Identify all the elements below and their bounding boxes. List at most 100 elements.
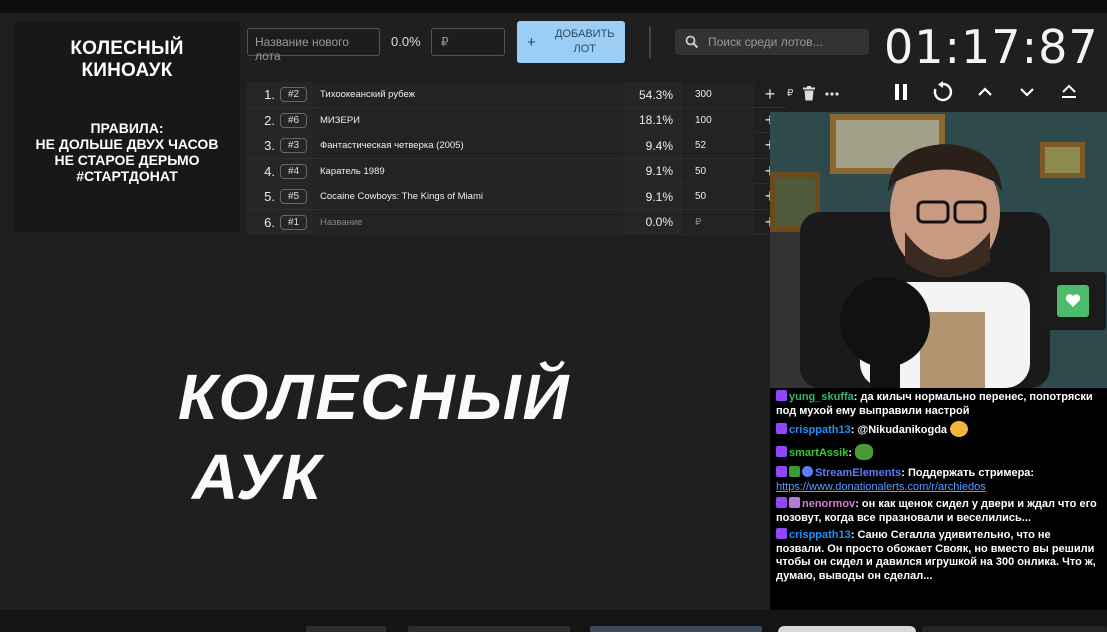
bottom-control[interactable] (922, 626, 1107, 632)
lot-amount[interactable]: 52 (686, 133, 754, 158)
currency-toggle[interactable]: ₽ (787, 88, 793, 99)
lot-id-cell: #5 (275, 184, 312, 209)
bottom-control[interactable] (306, 626, 386, 632)
moderator-sword-icon (789, 466, 800, 477)
chat-message: nenormov: он как щенок сидел у двери и ж… (776, 497, 1101, 525)
heart-icon (1065, 294, 1081, 307)
lot-name[interactable]: Фантастическая четверка (2005) (313, 133, 623, 158)
bottom-control[interactable] (408, 626, 570, 632)
table-row: 4. #4 Каратель 1989 9.1% 50 + (247, 158, 787, 184)
chat-text: : (848, 446, 852, 459)
lot-percent: 54.3% (623, 82, 683, 107)
twitch-icon (776, 528, 787, 539)
timer-max-button[interactable] (1056, 80, 1082, 104)
pepe-emote-icon (855, 443, 874, 460)
rules-title-line1: КОЛЕСНЫЙ (70, 38, 184, 59)
lot-name[interactable]: Каратель 1989 (313, 158, 623, 184)
add-lot-label-line2: ЛОТ (573, 43, 597, 55)
lot-number: 3. (247, 133, 275, 158)
divider (649, 26, 651, 58)
rules-text: ПРАВИЛА: НЕ ДОЛЬШЕ ДВУХ ЧАСОВ НЕ СТАРОЕ … (14, 120, 240, 184)
rules-title: КОЛЕСНЫЙ КИНОАУК (14, 38, 240, 82)
webcam-image (770, 112, 1107, 388)
bottom-control[interactable] (778, 626, 916, 632)
table-row: 1. #2 Тихоокеанский рубеж 54.3% 300 + (247, 82, 787, 108)
table-row: 3. #3 Фантастическая четверка (2005) 9.4… (247, 133, 787, 159)
eject-icon (1062, 84, 1076, 98)
follow-heart-button[interactable] (1040, 272, 1106, 330)
rules-line-1: ПРАВИЛА: (90, 120, 164, 136)
chat-username[interactable]: nenormov (802, 498, 855, 510)
lot-search-input[interactable]: Поиск среди лотов... (675, 29, 869, 55)
twitch-icon (776, 466, 787, 477)
lot-amount[interactable]: 100 (686, 107, 754, 133)
trash-icon[interactable] (802, 86, 816, 101)
pause-button[interactable] (888, 80, 914, 104)
lot-name[interactable]: Cocaine Cowboys: The Kings of Miami (313, 184, 623, 209)
lot-percent: 9.1% (623, 158, 683, 184)
timer-up-button[interactable] (972, 80, 998, 104)
rules-line-3: НЕ СТАРОЕ ДЕРЬМО (54, 152, 200, 168)
lot-id: #5 (279, 189, 308, 204)
pause-icon (895, 84, 907, 100)
timer-display: 01:17:87 (884, 20, 1099, 74)
search-placeholder: Поиск среди лотов... (708, 35, 823, 49)
lot-amount-input[interactable]: ₽ (686, 209, 754, 235)
lot-id: #1 (279, 214, 308, 230)
top-strip (0, 0, 1107, 13)
restart-button[interactable] (930, 80, 956, 104)
chevron-up-icon (978, 87, 992, 96)
lot-number: 6. (247, 209, 275, 235)
lot-name[interactable]: Тихоокеанский рубеж (313, 82, 623, 107)
lot-id-cell: #2 (275, 82, 312, 107)
plus-icon: + (527, 33, 536, 51)
chat-username[interactable]: crisppath13 (789, 424, 851, 436)
chat-username[interactable]: yung_skuffa (789, 391, 854, 403)
more-icon[interactable] (825, 91, 839, 96)
lot-number: 5. (247, 184, 275, 209)
lot-id-cell: #4 (275, 158, 312, 184)
table-row-new: 6. #1 Название 0.0% ₽ + (247, 209, 787, 235)
big-title-line1: КОЛЕСНЫЙ (178, 361, 571, 433)
new-lot-amount-input[interactable]: ₽ (431, 28, 505, 56)
new-lot-percent: 0.0% (391, 34, 421, 49)
bottom-control[interactable] (590, 626, 762, 632)
lot-name-input[interactable]: Название (313, 209, 623, 235)
new-lot-name-input[interactable]: Название нового лота (247, 28, 380, 63)
verified-icon (802, 466, 813, 477)
lot-amount[interactable]: 50 (686, 184, 754, 209)
lot-percent: 9.4% (623, 133, 683, 158)
timer-down-button[interactable] (1014, 80, 1040, 104)
add-lot-button[interactable]: + ДОБАВИТЬ ЛОТ (517, 21, 625, 63)
add-amount-button[interactable]: + (756, 82, 784, 107)
chat-text: : @Nikudanikogda (850, 424, 948, 436)
table-row: 2. #6 МИЗЕРИ 18.1% 100 + (247, 107, 787, 133)
chevron-down-icon (1020, 88, 1034, 97)
chat-panel: yung_skuffa: да килыч нормально перенес,… (770, 388, 1107, 610)
chat-message: yung_skuffa: да килыч нормально перенес,… (776, 390, 1101, 418)
lot-number: 2. (247, 107, 275, 133)
lot-amount[interactable]: 50 (686, 158, 754, 184)
lot-id-cell: #3 (275, 133, 312, 158)
lot-number: 4. (247, 158, 275, 184)
add-lot-label-line1: ДОБАВИТЬ (555, 28, 615, 40)
chat-username[interactable]: smartAssik (789, 447, 848, 459)
twitch-icon (776, 423, 787, 434)
webcam-feed (770, 112, 1107, 388)
lot-name[interactable]: МИЗЕРИ (313, 107, 623, 133)
chat-username[interactable]: StreamElements (815, 467, 901, 479)
rules-line-4: #СТАРТДОНАТ (76, 168, 178, 184)
chat-link[interactable]: https://www.donationalerts.com/r/archied… (776, 481, 986, 493)
add-lot-label: ДОБАВИТЬ ЛОТ (555, 27, 615, 57)
chat-username[interactable]: crisppath13 (789, 529, 851, 541)
table-row: 5. #5 Cocaine Cowboys: The Kings of Miam… (247, 184, 787, 210)
sub-badge-icon (789, 497, 800, 508)
restart-icon (933, 81, 953, 102)
lot-id-cell: #6 (275, 107, 312, 133)
chat-message: smartAssik: (776, 443, 1101, 461)
lot-id-cell: #1 (275, 209, 312, 235)
lot-percent: 18.1% (623, 107, 683, 133)
big-title-line2: АУК (192, 441, 323, 513)
lot-id: #4 (279, 163, 308, 179)
lot-amount[interactable]: 300 (686, 82, 754, 107)
